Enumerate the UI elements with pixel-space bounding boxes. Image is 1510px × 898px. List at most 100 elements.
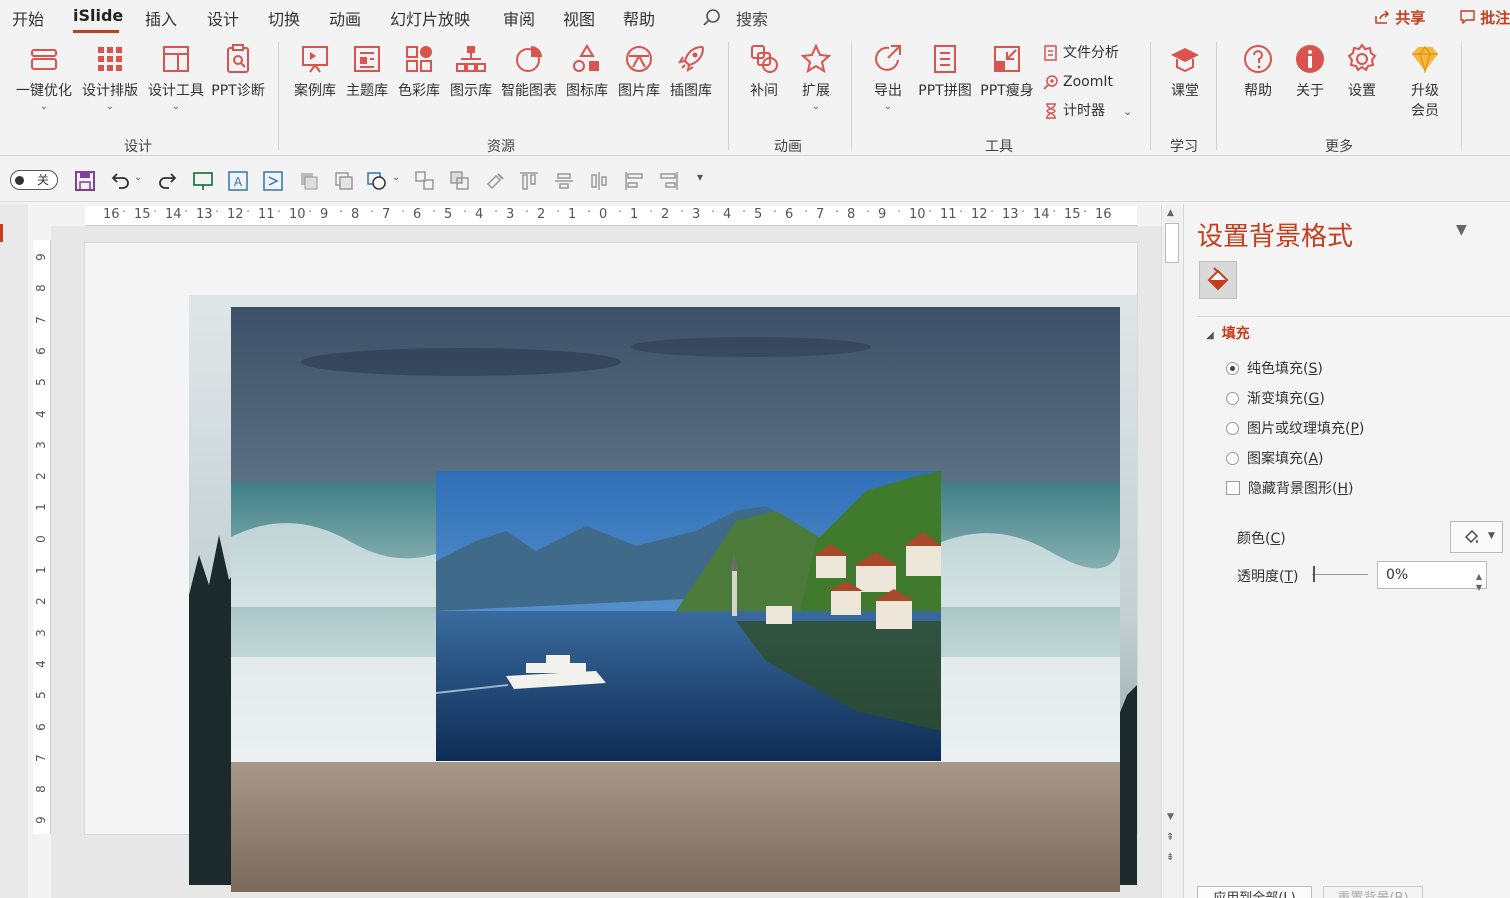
- scrollbar-thumb[interactable]: [1165, 223, 1179, 263]
- document-icon: [354, 46, 380, 72]
- ppt-collage-button[interactable]: PPT拼图: [914, 42, 976, 100]
- chevron-down-icon[interactable]: ⌄: [134, 172, 142, 183]
- shape-fill-icon[interactable]: [298, 170, 320, 192]
- ruler-tick: ·: [525, 206, 530, 220]
- pattern-fill-radio[interactable]: 图案填充(A): [1226, 449, 1324, 469]
- apply-to-all-button[interactable]: 应用到全部(L): [1197, 886, 1312, 898]
- align-left-icon[interactable]: [623, 170, 645, 192]
- ruler-tick: ·: [928, 206, 933, 220]
- transparency-slider-handle[interactable]: [1313, 566, 1315, 582]
- share-button[interactable]: 共享: [1374, 7, 1425, 28]
- rocket-icon: [677, 45, 705, 73]
- autosave-toggle[interactable]: 关: [10, 170, 58, 190]
- align-right-icon[interactable]: [658, 170, 680, 192]
- ruler-number: 1: [630, 207, 639, 222]
- tab-insert[interactable]: 插入: [145, 6, 177, 30]
- start-slideshow-icon[interactable]: [192, 170, 214, 192]
- distribute-icon[interactable]: [588, 170, 610, 192]
- info-icon: [1296, 45, 1324, 73]
- image-library-button[interactable]: 图片库: [614, 42, 664, 100]
- tween-icon: [751, 45, 778, 73]
- design-tools-button[interactable]: 设计工具 ⌄: [144, 42, 208, 112]
- group-icon[interactable]: [414, 170, 436, 192]
- extend-button[interactable]: 扩展 ⌄: [794, 42, 838, 112]
- design-layout-button[interactable]: 设计排版 ⌄: [78, 42, 142, 112]
- vertical-scrollbar[interactable]: ▲ ▼ ⇞ ⇟: [1161, 205, 1181, 898]
- ppt-slim-button[interactable]: PPT瘦身: [977, 42, 1037, 100]
- horizontal-ruler[interactable]: 16 · 15 · 14 · 13 · 12 · 11 · 10 · 9 · 8 · 7 · 6 · 5 · 4 · 3 · 2 · 1 · 0…: [85, 206, 1137, 226]
- tab-view[interactable]: 视图: [563, 6, 595, 30]
- ruler-tick: ·: [432, 206, 437, 220]
- ruler-number: 6: [413, 207, 422, 222]
- picture-texture-fill-radio[interactable]: 图片或纹理填充(P): [1226, 419, 1364, 439]
- transparency-slider[interactable]: [1312, 574, 1368, 575]
- next-slide-icon[interactable]: ⇟: [1166, 852, 1174, 863]
- solid-fill-radio[interactable]: 纯色填充(S): [1226, 359, 1323, 379]
- classroom-button[interactable]: 课堂: [1163, 42, 1207, 100]
- fill-section-header[interactable]: ◢ 填充: [1206, 323, 1250, 343]
- ruler-number: 14: [1033, 207, 1050, 222]
- tab-design[interactable]: 设计: [207, 6, 239, 30]
- align-top-icon[interactable]: [518, 170, 540, 192]
- ruler-tick: ·: [649, 206, 654, 220]
- ppt-diagnosis-button[interactable]: PPT诊断: [208, 42, 268, 100]
- tween-button[interactable]: 补间: [742, 42, 786, 100]
- align-middle-icon[interactable]: [553, 170, 575, 192]
- tab-islide[interactable]: iSlide: [73, 6, 123, 25]
- about-button[interactable]: 关于: [1288, 42, 1332, 100]
- hourglass-icon: [1046, 103, 1056, 119]
- tab-transitions[interactable]: 切换: [268, 6, 300, 30]
- gradient-fill-radio[interactable]: 渐变填充(G): [1226, 389, 1325, 409]
- panel-options-chevron-icon[interactable]: ▼: [1456, 222, 1467, 238]
- file-analysis-button[interactable]: 文件分析: [1043, 42, 1119, 64]
- search-label[interactable]: 搜索: [736, 6, 768, 30]
- tab-review[interactable]: 审阅: [503, 6, 535, 30]
- tab-animations[interactable]: 动画: [329, 6, 361, 30]
- save-icon[interactable]: [74, 170, 96, 192]
- redo-icon[interactable]: [157, 170, 179, 192]
- spin-down-icon[interactable]: ▼: [1476, 575, 1482, 601]
- hide-background-graphics-checkbox[interactable]: 隐藏背景图形(H): [1226, 479, 1353, 499]
- diagram-library-button[interactable]: 图示库: [446, 42, 496, 100]
- search-icon[interactable]: [702, 8, 722, 28]
- ruler-tick: ·: [215, 206, 220, 220]
- timer-button[interactable]: 计时器 ⌄: [1043, 100, 1132, 122]
- zoomit-button[interactable]: ZoomIt: [1043, 71, 1113, 93]
- undo-icon[interactable]: [109, 170, 131, 192]
- scroll-up-icon[interactable]: ▲: [1167, 208, 1174, 218]
- color-library-button[interactable]: 色彩库: [394, 42, 444, 100]
- customize-toolbar-icon[interactable]: ▾: [697, 170, 703, 184]
- comments-button[interactable]: 批注: [1460, 7, 1510, 28]
- previous-slide-icon[interactable]: ⇞: [1166, 832, 1174, 843]
- reset-background-button[interactable]: 重置背景(B): [1323, 886, 1423, 898]
- scroll-down-icon[interactable]: ▼: [1167, 812, 1174, 822]
- arrange-icon[interactable]: [333, 170, 355, 192]
- zoom-icon: [1043, 75, 1058, 90]
- vertical-text-icon[interactable]: [262, 170, 284, 192]
- export-button[interactable]: 导出 ⌄: [866, 42, 910, 112]
- format-painter-icon[interactable]: [484, 170, 506, 192]
- ungroup-icon[interactable]: [449, 170, 471, 192]
- lake-village-image[interactable]: [436, 471, 941, 761]
- tab-home[interactable]: 开始: [12, 6, 44, 30]
- icon-library-button[interactable]: 图标库: [562, 42, 612, 100]
- paint-bucket-icon: [1207, 267, 1229, 291]
- upgrade-member-button[interactable]: 升级 会员: [1403, 42, 1447, 120]
- one-click-optimize-button[interactable]: 一键优化 ⌄: [12, 42, 76, 112]
- fill-tab[interactable]: [1199, 261, 1237, 299]
- illustration-library-button[interactable]: 插图库: [666, 42, 716, 100]
- chevron-down-icon[interactable]: ⌄: [392, 172, 400, 183]
- tab-help[interactable]: 帮助: [623, 6, 655, 30]
- settings-button[interactable]: 设置: [1340, 42, 1384, 100]
- thumbnail-pane-collapsed[interactable]: [0, 204, 28, 898]
- shapes-icon[interactable]: [366, 170, 388, 192]
- tab-slideshow[interactable]: 幻灯片放映: [390, 6, 470, 30]
- color-picker-button[interactable]: ▼: [1450, 521, 1503, 553]
- transparency-input[interactable]: 0% ▲ ▼: [1377, 561, 1487, 592]
- theme-library-button[interactable]: 主题库: [342, 42, 392, 100]
- case-library-button[interactable]: 案例库: [290, 42, 340, 100]
- text-box-icon[interactable]: A: [227, 170, 249, 192]
- vertical-ruler[interactable]: 9 8 7 6 5 4 3 2 1 0 1 2 3 4 5 6 7 8 9: [33, 240, 51, 834]
- help-button[interactable]: 帮助: [1236, 42, 1280, 100]
- smart-chart-button[interactable]: 智能图表: [498, 42, 560, 100]
